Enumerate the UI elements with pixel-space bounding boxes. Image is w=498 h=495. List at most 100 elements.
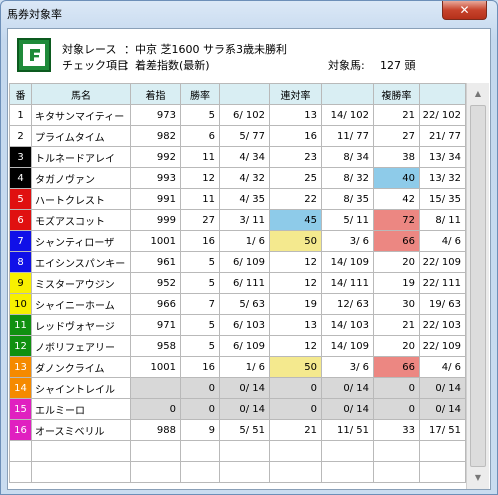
table-row[interactable]: 12 ノボリフェアリー 958 5 6/ 109 12 14/ 109 20 22/ 109 — [9, 335, 466, 357]
horse-number: 11 — [9, 314, 32, 336]
index-value: 1001 — [130, 356, 181, 378]
place-record: 3/ 6 — [321, 356, 374, 378]
show-record: 22/ 109 — [419, 251, 466, 273]
scroll-up-icon[interactable]: ▲ — [470, 86, 486, 102]
win-rate: 27 — [180, 209, 220, 231]
place-record: 11/ 77 — [321, 125, 374, 147]
table-row[interactable]: 3 トルネードアレイ 992 11 4/ 34 23 8/ 34 38 13/ 34 — [9, 146, 466, 168]
column-header-3[interactable]: 勝率 — [180, 83, 220, 105]
table-row[interactable]: 10 シャイニーホーム 966 7 5/ 63 19 12/ 63 30 19/ 63 — [9, 293, 466, 315]
column-header-7[interactable]: 複勝率 — [373, 83, 420, 105]
horse-name: エルミーロ — [31, 398, 131, 420]
win-rate: 6 — [180, 125, 220, 147]
show-record: 0/ 14 — [419, 377, 466, 399]
horse-number: 15 — [9, 398, 32, 420]
place-rate: 50 — [269, 356, 322, 378]
scroll-thumb[interactable] — [470, 105, 486, 467]
table-row[interactable]: 15 エルミーロ 0 0 0/ 14 0 0/ 14 0 0/ 14 — [9, 398, 466, 420]
place-rate: 12 — [269, 272, 322, 294]
table-row[interactable]: 1 キタサンマイティー 973 5 6/ 102 13 14/ 102 21 22/ 102 — [9, 104, 466, 126]
place-record: 3/ 6 — [321, 230, 374, 252]
close-button[interactable]: ✕ — [442, 1, 487, 20]
win-record: 3/ 11 — [219, 209, 270, 231]
table-row[interactable]: 2 プライムタイム 982 6 5/ 77 16 11/ 77 27 21/ 77 — [9, 125, 466, 147]
show-rate: 33 — [373, 419, 420, 441]
place-rate: 23 — [269, 146, 322, 168]
table-row[interactable]: 11 レッドヴォヤージ 971 5 6/ 103 13 14/ 103 21 22/ 103 — [9, 314, 466, 336]
horse-name: レッドヴォヤージ — [31, 314, 131, 336]
show-record: 22/ 103 — [419, 314, 466, 336]
show-record: 4/ 6 — [419, 356, 466, 378]
vertical-scrollbar[interactable]: ▲ ▼ — [466, 83, 489, 489]
show-rate: 42 — [373, 188, 420, 210]
client-area: 対象レース ：中京 芝1600 サラ系3歳未勝利 チェック項目 ：着差指数(最新… — [7, 28, 491, 490]
win-rate: 5 — [180, 251, 220, 273]
table-row[interactable]: 16 オースミベリル 988 9 5/ 51 21 11/ 51 33 17/ 51 — [9, 419, 466, 441]
place-rate: 0 — [269, 398, 322, 420]
horse-number: 12 — [9, 335, 32, 357]
column-header-2[interactable]: 着指 — [130, 83, 181, 105]
place-rate: 21 — [269, 419, 322, 441]
index-value: 966 — [130, 293, 181, 315]
table-row[interactable]: 9 ミスターアウジン 952 5 6/ 111 12 14/ 111 19 22/ 111 — [9, 272, 466, 294]
place-record: 8/ 34 — [321, 146, 374, 168]
info-panel: 対象レース ：中京 芝1600 サラ系3歳未勝利 チェック項目 ：着差指数(最新… — [8, 29, 490, 83]
horse-name: エイシンスパンキー — [31, 251, 131, 273]
horse-number: 5 — [9, 188, 32, 210]
column-header-6[interactable] — [321, 83, 374, 105]
empty-cell — [373, 440, 420, 462]
show-rate: 0 — [373, 398, 420, 420]
win-rate: 11 — [180, 188, 220, 210]
table-row[interactable]: 4 タガノヴァン 993 12 4/ 32 25 8/ 32 40 13/ 32 — [9, 167, 466, 189]
horse-name: キタサンマイティー — [31, 104, 131, 126]
horse-name: タガノヴァン — [31, 167, 131, 189]
show-rate: 30 — [373, 293, 420, 315]
place-rate: 12 — [269, 335, 322, 357]
empty-cell — [219, 461, 270, 483]
table-row[interactable]: 14 シャイントレイル 0 0/ 14 0 0/ 14 0 0/ 14 — [9, 377, 466, 399]
table-row[interactable]: 7 シャンティローザ 1001 16 1/ 6 50 3/ 6 66 4/ 6 — [9, 230, 466, 252]
race-value: ：中京 芝1600 サラ系3歳未勝利 — [124, 43, 287, 56]
horse-number: 7 — [9, 230, 32, 252]
column-header-4[interactable] — [219, 83, 270, 105]
index-value: 973 — [130, 104, 181, 126]
horse-name: ミスターアウジン — [31, 272, 131, 294]
win-rate: 5 — [180, 314, 220, 336]
place-record: 8/ 32 — [321, 167, 374, 189]
win-record: 6/ 111 — [219, 272, 270, 294]
column-header-8[interactable] — [419, 83, 466, 105]
table-row[interactable]: 5 ハートクレスト 991 11 4/ 35 22 8/ 35 42 15/ 35 — [9, 188, 466, 210]
place-rate: 0 — [269, 377, 322, 399]
win-rate: 11 — [180, 146, 220, 168]
show-rate: 66 — [373, 356, 420, 378]
scroll-down-icon[interactable]: ▼ — [470, 470, 486, 486]
horse-name: ノボリフェアリー — [31, 335, 131, 357]
race-label: 対象レース — [62, 43, 117, 56]
index-value: 1001 — [130, 230, 181, 252]
place-rate: 12 — [269, 251, 322, 273]
dialog-window: 馬券対象率 ✕ 対象レース ：中京 芝1600 サラ系3歳未勝利 チェック項目 … — [0, 0, 498, 495]
show-rate: 20 — [373, 335, 420, 357]
place-record: 14/ 102 — [321, 104, 374, 126]
table-row[interactable]: 6 モズアスコット 999 27 3/ 11 45 5/ 11 72 8/ 11 — [9, 209, 466, 231]
empty-cell — [419, 440, 466, 462]
show-record: 13/ 34 — [419, 146, 466, 168]
show-rate: 19 — [373, 272, 420, 294]
horse-number: 14 — [9, 377, 32, 399]
place-rate: 19 — [269, 293, 322, 315]
column-header-5[interactable]: 連対率 — [269, 83, 322, 105]
index-value — [130, 377, 181, 399]
index-value: 961 — [130, 251, 181, 273]
show-rate: 20 — [373, 251, 420, 273]
horse-name: ハートクレスト — [31, 188, 131, 210]
column-header-1[interactable]: 馬名 — [31, 83, 131, 105]
table-row[interactable]: 8 エイシンスパンキー 961 5 6/ 109 12 14/ 109 20 22/ 109 — [9, 251, 466, 273]
horse-name: シャンティローザ — [31, 230, 131, 252]
table-row[interactable]: 13 ダノンクライム 1001 16 1/ 6 50 3/ 6 66 4/ 6 — [9, 356, 466, 378]
horse-number: 6 — [9, 209, 32, 231]
check-value: ：着差指数(最新) — [124, 59, 210, 72]
title-bar[interactable]: 馬券対象率 ✕ — [1, 1, 497, 25]
column-header-0[interactable]: 番 — [9, 83, 32, 105]
place-record: 14/ 109 — [321, 251, 374, 273]
empty-cell — [321, 461, 374, 483]
